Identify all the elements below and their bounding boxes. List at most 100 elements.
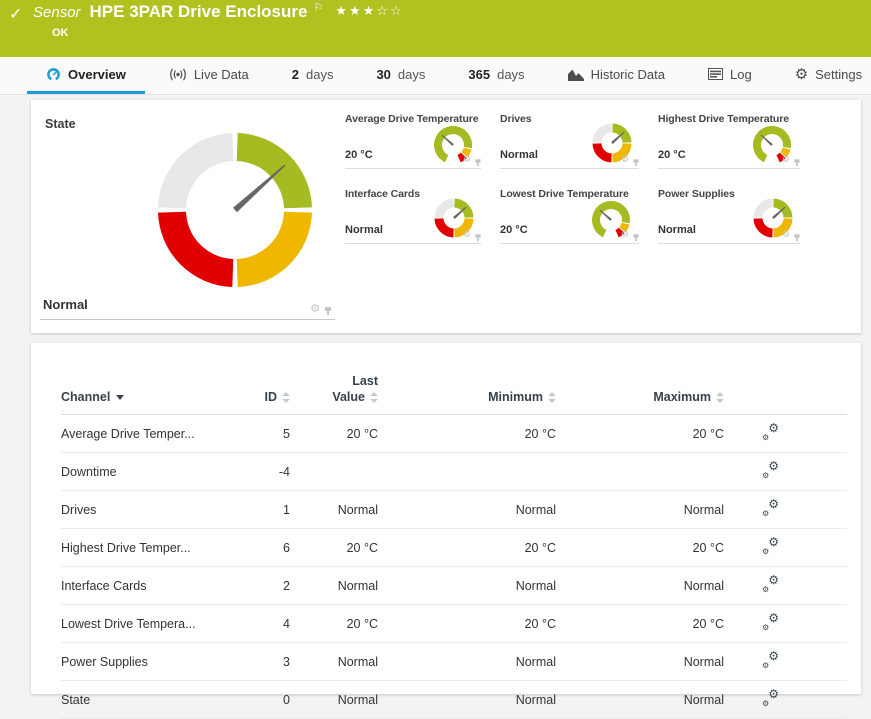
state-gauge-tile[interactable]: State Normal ⚙ <box>40 110 335 320</box>
channel-settings-icon[interactable]: ⚙⚙ <box>762 653 779 668</box>
column-header-maximum[interactable]: Maximum <box>556 373 724 415</box>
tab-live-data[interactable]: Live Data <box>150 57 268 94</box>
column-header-actions <box>724 373 847 415</box>
cell-minimum: 20 °C <box>378 529 556 567</box>
tab-historic-data[interactable]: Historic Data <box>549 57 684 94</box>
channel-settings-icon[interactable]: ⚙⚙ <box>762 501 779 516</box>
gear-icon[interactable]: ⚙ <box>463 231 471 240</box>
cell-last-value: 20 °C <box>290 415 378 453</box>
tab-30-days[interactable]: 30 days <box>357 57 444 94</box>
column-header-last-value[interactable]: Last Value <box>290 373 378 415</box>
tab-365-days[interactable]: 365 days <box>449 57 543 94</box>
gear-icon[interactable]: ⚙ <box>463 156 471 165</box>
channel-value: Normal <box>43 297 88 312</box>
pin-icon[interactable] <box>633 234 638 237</box>
table-row: Lowest Drive Tempera... 4 20 °C 20 °C 20… <box>61 605 847 643</box>
channel-settings-icon[interactable]: ⚙⚙ <box>762 615 779 630</box>
channel-gauge-grid: Average Drive Temperature 20 °C ⚙ Drives… <box>345 113 800 244</box>
historic-chart-icon <box>568 68 584 81</box>
tab-overview[interactable]: Overview <box>27 57 145 94</box>
channel-settings-icon[interactable]: ⚙⚙ <box>762 539 779 554</box>
stars-filled[interactable]: ★★★ <box>335 4 376 19</box>
cell-id: 3 <box>233 643 290 681</box>
tab-log[interactable]: Log <box>689 57 771 94</box>
cell-maximum: 20 °C <box>556 415 724 453</box>
gear-icon[interactable]: ⚙ <box>782 231 790 240</box>
sort-icon[interactable] <box>716 392 724 403</box>
cell-minimum: Normal <box>378 681 556 719</box>
column-label: Maximum <box>653 390 711 404</box>
cell-id: 0 <box>233 681 290 719</box>
pin-icon[interactable] <box>475 234 480 237</box>
gear-icon[interactable]: ⚙ <box>782 156 790 165</box>
column-header-id[interactable]: ID <box>233 373 290 415</box>
cell-id: 4 <box>233 605 290 643</box>
cell-minimum: Normal <box>378 567 556 605</box>
pin-icon[interactable] <box>475 159 480 162</box>
tile-power-supplies[interactable]: Power Supplies Normal ⚙ <box>658 188 800 244</box>
tile-lowest-drive-temperature[interactable]: Lowest Drive Temperature 20 °C ⚙ <box>500 188 639 244</box>
channel-value: 20 °C <box>500 224 528 236</box>
column-header-channel[interactable]: Channel <box>61 373 233 415</box>
tile-highest-drive-temperature[interactable]: Highest Drive Temperature 20 °C ⚙ <box>658 113 800 169</box>
column-header-minimum[interactable]: Minimum <box>378 373 556 415</box>
gear-icon[interactable]: ⚙ <box>621 156 629 165</box>
column-label: Last <box>290 373 378 389</box>
tab-settings[interactable]: ⚙ Settings <box>776 57 871 94</box>
cell-id: 6 <box>233 529 290 567</box>
state-status-gauge <box>155 130 315 290</box>
tab-number: 30 <box>376 67 390 82</box>
tile-average-drive-temperature[interactable]: Average Drive Temperature 20 °C ⚙ <box>345 113 481 169</box>
cell-last-value: 20 °C <box>290 605 378 643</box>
sort-icon[interactable] <box>548 392 556 403</box>
pin-icon[interactable] <box>633 159 638 162</box>
flag-icon[interactable]: ⚐ <box>313 1 323 14</box>
table-row: Drives 1 Normal Normal Normal ⚙⚙ <box>61 491 847 529</box>
object-type-label: Sensor <box>33 4 81 21</box>
cell-minimum: 20 °C <box>378 605 556 643</box>
cell-last-value: 20 °C <box>290 529 378 567</box>
cell-last-value: Normal <box>290 643 378 681</box>
settings-gear-icon: ⚙ <box>795 67 808 82</box>
channel-table-panel: Channel ID Last Value Minimum Maximum <box>31 343 861 694</box>
cell-maximum <box>556 453 724 491</box>
pin-icon[interactable] <box>794 234 799 237</box>
tab-2-days[interactable]: 2 days <box>273 57 353 94</box>
gear-icon[interactable]: ⚙ <box>621 231 629 240</box>
sort-icon[interactable] <box>370 392 378 403</box>
cell-minimum: 20 °C <box>378 415 556 453</box>
tab-label: Overview <box>68 67 126 82</box>
tab-unit: days <box>398 67 425 82</box>
sort-icon[interactable] <box>282 392 290 403</box>
channel-value: 20 °C <box>345 149 373 161</box>
table-row: Interface Cards 2 Normal Normal Normal ⚙… <box>61 567 847 605</box>
cell-id: 5 <box>233 415 290 453</box>
pin-icon[interactable] <box>325 307 331 311</box>
channel-settings-icon[interactable]: ⚙⚙ <box>762 577 779 592</box>
cell-maximum: 20 °C <box>556 605 724 643</box>
cell-maximum: 20 °C <box>556 529 724 567</box>
cell-channel: Interface Cards <box>61 567 233 605</box>
cell-channel: Highest Drive Temper... <box>61 529 233 567</box>
gear-icon[interactable]: ⚙ <box>310 303 320 314</box>
channel-value: Normal <box>658 224 696 236</box>
cell-minimum: Normal <box>378 491 556 529</box>
tile-drives[interactable]: Drives Normal ⚙ <box>500 113 639 169</box>
stars-empty[interactable]: ☆☆ <box>376 4 403 19</box>
tile-interface-cards[interactable]: Interface Cards Normal ⚙ <box>345 188 481 244</box>
tab-unit: days <box>497 67 524 82</box>
channel-settings-icon[interactable]: ⚙⚙ <box>762 425 779 440</box>
live-data-icon <box>169 68 187 81</box>
channel-settings-icon[interactable]: ⚙⚙ <box>762 463 779 478</box>
cell-maximum: Normal <box>556 567 724 605</box>
channel-value: 20 °C <box>658 149 686 161</box>
cell-minimum: Normal <box>378 643 556 681</box>
gauges-panel: State Normal ⚙ Average Drive Temperature… <box>31 100 861 333</box>
priority-stars[interactable]: ★★★☆☆ <box>335 4 403 19</box>
sensor-status-badge: OK <box>52 27 69 39</box>
table-row: State 0 Normal Normal Normal ⚙⚙ <box>61 681 847 719</box>
channel-settings-icon[interactable]: ⚙⚙ <box>762 691 779 706</box>
cell-id: 2 <box>233 567 290 605</box>
pin-icon[interactable] <box>794 159 799 162</box>
cell-last-value: Normal <box>290 491 378 529</box>
